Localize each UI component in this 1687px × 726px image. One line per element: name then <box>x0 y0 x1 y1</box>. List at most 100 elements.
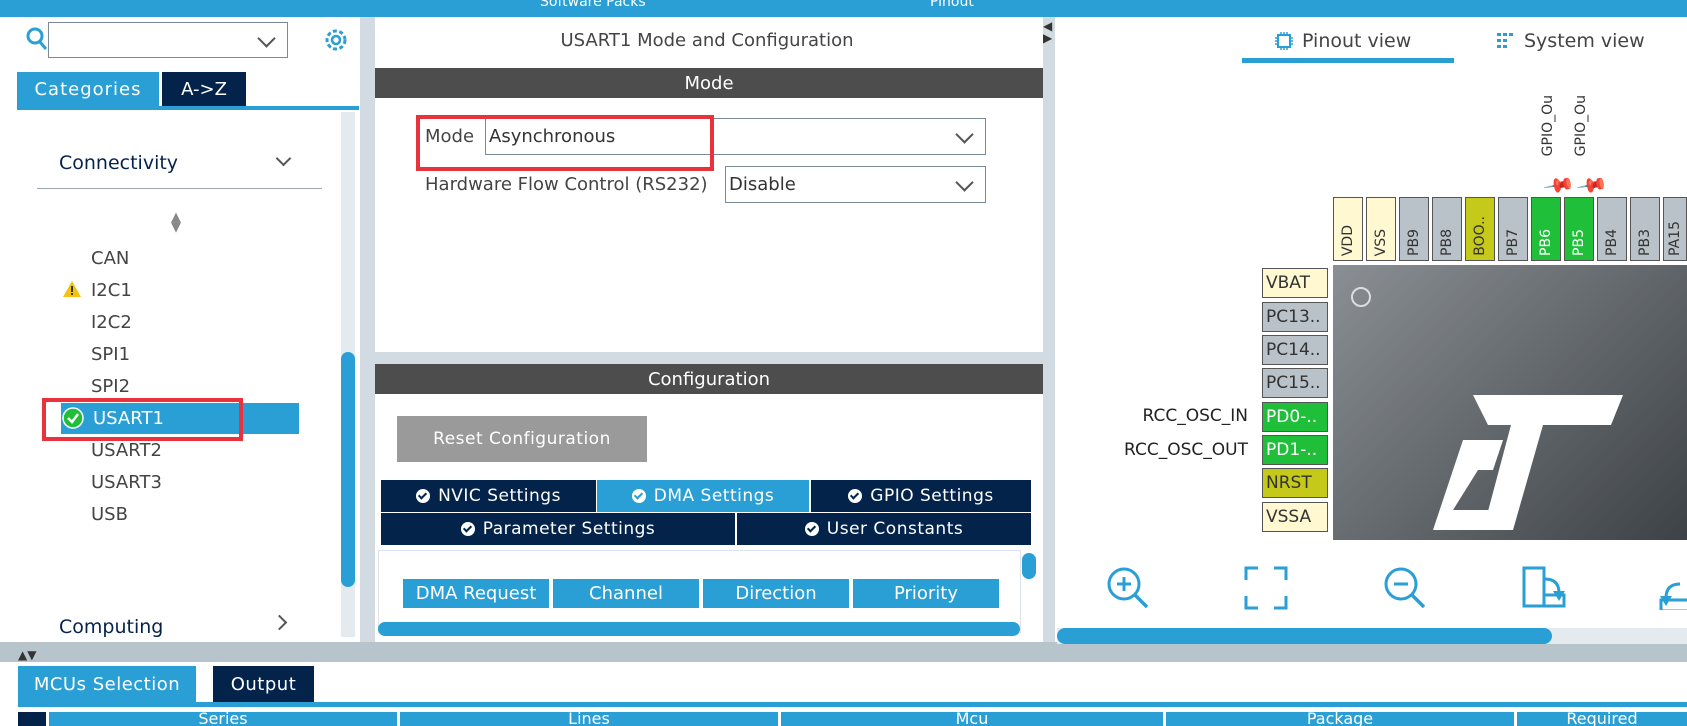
tab-pinout-view[interactable]: Pinout view <box>1274 30 1411 52</box>
chevron-right-icon[interactable] <box>271 614 288 631</box>
check-icon <box>416 489 431 503</box>
pin-vssa[interactable]: VSSA <box>1262 502 1328 532</box>
pin-pb6[interactable]: PB6 <box>1531 197 1561 261</box>
pin-pb3[interactable]: PB3 <box>1630 197 1660 261</box>
pin-pd0[interactable]: PD0-.. <box>1262 402 1328 432</box>
pin-boot0[interactable]: BOO.. <box>1465 197 1495 261</box>
tab-label: User Constants <box>826 519 964 539</box>
pin-text: PB9 <box>1406 229 1422 256</box>
grid-icon <box>1497 33 1513 48</box>
config-hscrollbar[interactable] <box>378 622 1020 636</box>
tab-gpio-settings[interactable]: GPIO Settings <box>811 480 1031 512</box>
pinout-menu[interactable]: Pinout <box>930 0 974 10</box>
pin-nrst[interactable]: NRST <box>1262 468 1328 498</box>
reset-configuration-button[interactable]: Reset Configuration <box>397 416 647 462</box>
chevron-down-icon <box>257 29 276 48</box>
col-direction[interactable]: Direction <box>703 579 849 608</box>
peripheral-i2c2[interactable]: I2C2 <box>91 312 132 333</box>
splitter-bottom[interactable] <box>0 642 1687 662</box>
rotate-right-icon[interactable] <box>1521 565 1569 613</box>
tab-dma-settings[interactable]: DMA Settings <box>597 480 809 512</box>
peripheral-spi1[interactable]: SPI1 <box>91 344 130 365</box>
search-icon[interactable] <box>26 27 48 55</box>
tab-label: GPIO Settings <box>870 486 994 506</box>
pin-pc14[interactable]: PC14.. <box>1262 335 1328 365</box>
col-dma-request[interactable]: DMA Request <box>403 579 549 608</box>
warning-icon <box>62 280 82 302</box>
tab-output[interactable]: Output <box>213 666 314 702</box>
pin-vss[interactable]: VSS <box>1366 197 1396 261</box>
pin-vbat[interactable]: VBAT <box>1262 268 1328 298</box>
peripheral-usb[interactable]: USB <box>91 504 128 525</box>
pin-text: VDD <box>1340 224 1356 256</box>
pin-pd1[interactable]: PD1-.. <box>1262 435 1328 465</box>
pin-text: PB8 <box>1439 229 1455 256</box>
tab-nvic-settings[interactable]: NVIC Settings <box>381 480 596 512</box>
splitter-arrows-icon[interactable]: ◀ ▶ <box>1043 20 1052 44</box>
col-package[interactable]: Package <box>1166 712 1514 726</box>
config-vscrollbar[interactable] <box>1022 553 1036 579</box>
pinout-hscrollbar[interactable] <box>1057 628 1552 644</box>
category-connectivity[interactable]: Connectivity <box>59 152 178 174</box>
hw-flow-label: Hardware Flow Control (RS232) <box>425 174 708 195</box>
rotate-left-icon[interactable] <box>1658 570 1687 610</box>
peripheral-i2c1[interactable]: I2C1 <box>91 280 132 301</box>
check-icon <box>804 522 819 536</box>
col-series[interactable]: Series <box>49 712 397 726</box>
pin-pb8[interactable]: PB8 <box>1432 197 1462 261</box>
pin-pb9[interactable]: PB9 <box>1399 197 1429 261</box>
col-required[interactable]: Required <box>1517 712 1687 726</box>
col-lines[interactable]: Lines <box>400 712 778 726</box>
zoom-out-icon[interactable] <box>1382 565 1430 613</box>
tab-user-constants[interactable]: User Constants <box>737 513 1031 545</box>
signal-rcc-osc-out: RCC_OSC_OUT <box>1124 440 1248 460</box>
pin-text: BOO.. <box>1472 216 1488 256</box>
tab-mcus-selection[interactable]: MCUs Selection <box>18 666 196 702</box>
tab-label: Parameter Settings <box>482 519 656 539</box>
chevron-down-icon[interactable] <box>275 150 292 167</box>
sort-icon[interactable]: ▲ ▼ <box>171 211 181 234</box>
pin-pb7[interactable]: PB7 <box>1498 197 1528 261</box>
pin-pa15[interactable]: PA15 <box>1663 197 1687 261</box>
left-scrollbar[interactable] <box>341 352 355 587</box>
hw-flow-select[interactable]: Disable <box>725 166 986 203</box>
fit-screen-icon[interactable] <box>1244 566 1292 614</box>
chevron-down-icon <box>955 173 974 192</box>
pin-pc15[interactable]: PC15.. <box>1262 368 1328 398</box>
col-priority[interactable]: Priority <box>853 579 999 608</box>
tab-parameter-settings[interactable]: Parameter Settings <box>381 513 735 545</box>
tab-a-z[interactable]: A->Z <box>162 72 246 106</box>
search-input[interactable] <box>48 22 288 58</box>
tab-label: Pinout view <box>1302 30 1412 52</box>
tab-label: System view <box>1524 30 1645 52</box>
splitter-left[interactable] <box>360 17 375 642</box>
peripheral-usart3[interactable]: USART3 <box>91 472 162 493</box>
gear-icon[interactable] <box>323 27 349 57</box>
mode-config-splitter[interactable] <box>375 352 1043 364</box>
col-channel[interactable]: Channel <box>553 579 699 608</box>
highlight-mode <box>416 115 714 171</box>
tab-system-view[interactable]: System view <box>1496 30 1645 52</box>
mode-header: Mode <box>375 68 1043 98</box>
pin-pb5[interactable]: PB5 <box>1564 197 1594 261</box>
software-packs-menu[interactable]: Software Packs <box>540 0 646 10</box>
peripheral-usart2[interactable]: USART2 <box>91 440 162 461</box>
tab-categories[interactable]: Categories <box>17 72 159 106</box>
pin-vdd[interactable]: VDD <box>1333 197 1363 261</box>
table-corner <box>18 712 46 726</box>
top-toolbar: Software Packs Pinout <box>0 0 1687 17</box>
col-mcu[interactable]: Mcu <box>781 712 1163 726</box>
collapse-arrows-icon[interactable]: ▲▼ <box>18 648 36 662</box>
tab-label: NVIC Settings <box>438 486 561 506</box>
pin-pc13[interactable]: PC13.. <box>1262 302 1328 332</box>
tab-label: DMA Settings <box>653 486 775 506</box>
splitter-right[interactable] <box>1043 17 1055 642</box>
zoom-in-icon[interactable] <box>1105 565 1153 613</box>
pin-text: VSS <box>1373 228 1389 256</box>
category-computing[interactable]: Computing <box>59 616 163 638</box>
peripheral-can[interactable]: CAN <box>91 248 129 269</box>
peripheral-spi2[interactable]: SPI2 <box>91 376 130 397</box>
pin1-marker <box>1351 287 1371 307</box>
check-icon <box>848 489 863 503</box>
pin-pb4[interactable]: PB4 <box>1597 197 1627 261</box>
